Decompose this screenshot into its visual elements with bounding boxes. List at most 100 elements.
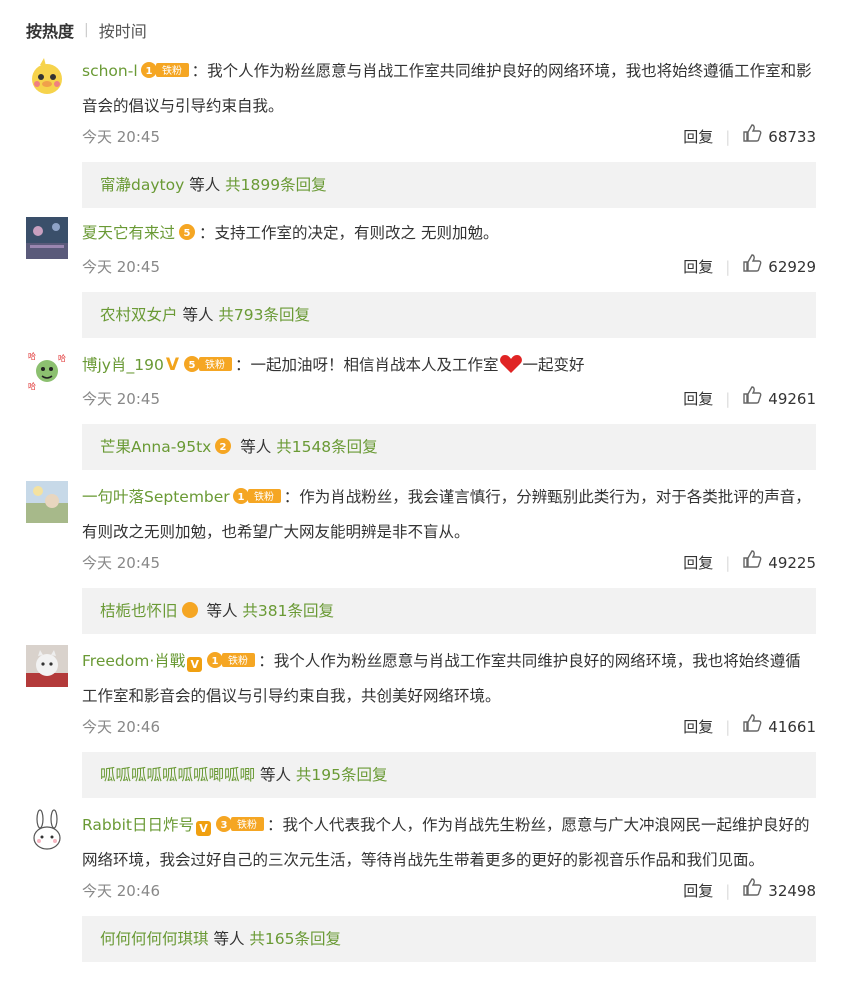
avatar[interactable] <box>26 809 68 851</box>
like-count: 49261 <box>768 390 816 408</box>
like-count: 62929 <box>768 258 816 276</box>
thumbs-up-icon <box>742 548 762 578</box>
fan-level-badge-icon[interactable]: 3 铁粉 <box>215 812 265 844</box>
reply-button[interactable]: 回复 <box>683 122 713 152</box>
reply-summary[interactable]: 甯瀞daytoy 等人 共1899条回复 <box>82 162 816 208</box>
comment-meta: 今天 20:45 回复 | 49261 <box>82 384 816 414</box>
sort-by-time-tab[interactable]: 按时间 <box>99 18 147 42</box>
username-link[interactable]: 夏天它有来过 <box>82 224 175 242</box>
like-button[interactable]: 62929 <box>742 252 816 282</box>
comment-item: schon-l 1 铁粉 ：我个人作为粉丝愿意与肖战工作室共同维护良好的网络环境，我也… <box>26 55 816 208</box>
reply-summary[interactable]: 农村双女户 等人 共793条回复 <box>82 292 816 338</box>
like-button[interactable]: 49261 <box>742 384 816 414</box>
thumbs-up-icon <box>742 384 762 414</box>
comment-item: 哈 哈 哈 博jy肖_190 V 5 铁粉 ：一起加油呀！相信肖战本人及工作室 一起变好 … <box>26 349 816 470</box>
avatar[interactable]: 哈 哈 哈 <box>26 349 68 391</box>
reply-etc-text: 等人 <box>259 766 291 784</box>
reply-button[interactable]: 回复 <box>683 384 713 414</box>
svg-text:5: 5 <box>189 360 196 371</box>
verified-v-icon: V <box>187 657 203 672</box>
reply-username[interactable]: 何何何何何琪琪 <box>100 930 209 948</box>
thumbs-up-icon <box>742 712 762 742</box>
comment-meta: 今天 20:46 回复 | 32498 <box>82 876 816 906</box>
thumbs-up-icon <box>742 122 762 152</box>
comment-item: Rabbit日日炸号 V 3 铁粉 ：我个人代表我个人，作为肖战先生粉丝，愿意与广大冲浪… <box>26 809 816 962</box>
avatar[interactable] <box>26 217 68 259</box>
reply-count-link[interactable]: 共1548条回复 <box>276 438 377 456</box>
reply-username[interactable]: 呱呱呱呱呱呱呱唧呱唧 <box>100 766 255 784</box>
comment-text: 博jy肖_190 V 5 铁粉 ：一起加油呀！相信肖战本人及工作室 一起变好 <box>82 349 816 384</box>
avatar[interactable] <box>26 481 68 523</box>
sort-by-hot-tab[interactable]: 按热度 <box>26 18 74 42</box>
sort-divider: | <box>84 22 89 38</box>
timestamp: 今天 20:45 <box>82 128 160 146</box>
svg-text:铁粉: 铁粉 <box>205 358 225 371</box>
svg-text:铁粉: 铁粉 <box>228 654 248 667</box>
avatar[interactable] <box>26 55 68 97</box>
comment-text: Rabbit日日炸号 V 3 铁粉 ：我个人代表我个人，作为肖战先生粉丝，愿意与广大冲浪… <box>82 809 816 876</box>
svg-text:铁粉: 铁粉 <box>237 818 257 831</box>
reply-button[interactable]: 回复 <box>683 712 713 742</box>
like-count: 32498 <box>768 882 816 900</box>
reply-count-link[interactable]: 共381条回复 <box>242 602 334 620</box>
reply-summary[interactable]: 芒果Anna-95tx 2 等人 共1548条回复 <box>82 424 816 470</box>
fan-level-badge-icon[interactable]: 5 <box>177 220 197 252</box>
action-divider: | <box>725 718 731 736</box>
reply-username[interactable]: 农村双女户 <box>100 306 178 324</box>
reply-summary[interactable]: 呱呱呱呱呱呱呱唧呱唧 等人 共195条回复 <box>82 752 816 798</box>
reply-etc-text: 等人 <box>240 438 272 456</box>
fan-level-badge-icon[interactable]: 1 铁粉 <box>206 648 256 680</box>
reply-count-link[interactable]: 共165条回复 <box>249 930 341 948</box>
username-link[interactable]: Freedom·肖戰 <box>82 652 185 670</box>
reply-username[interactable]: 芒果Anna-95tx <box>100 438 211 456</box>
comment-meta: 今天 20:45 回复 | 49225 <box>82 548 816 578</box>
reply-summary[interactable]: 何何何何何琪琪 等人 共165条回复 <box>82 916 816 962</box>
reply-summary[interactable]: 桔栀也怀旧 等人 共381条回复 <box>82 588 816 634</box>
svg-text:1: 1 <box>212 656 219 667</box>
comment-meta: 今天 20:45 回复 | 68733 <box>82 122 816 152</box>
sort-bar: 按热度 | 按时间 <box>26 18 147 42</box>
timestamp: 今天 20:46 <box>82 718 160 736</box>
reply-count-link[interactable]: 共1899条回复 <box>225 176 326 194</box>
reply-button[interactable]: 回复 <box>683 548 713 578</box>
reply-username[interactable]: 桔栀也怀旧 <box>100 602 178 620</box>
reply-etc-text: 等人 <box>182 306 214 324</box>
timestamp: 今天 20:46 <box>82 882 160 900</box>
thumbs-up-icon <box>742 876 762 906</box>
action-divider: | <box>725 554 731 572</box>
svg-text:1: 1 <box>237 492 244 503</box>
reply-count-link[interactable]: 共195条回复 <box>296 766 388 784</box>
red-heart-icon <box>499 355 523 374</box>
username-link[interactable]: 博jy肖_190 <box>82 356 164 374</box>
avatar[interactable] <box>26 645 68 687</box>
svg-text:哈: 哈 <box>28 381 36 391</box>
reply-etc-text: 等人 <box>206 602 238 620</box>
action-divider: | <box>725 258 731 276</box>
username-link[interactable]: schon-l <box>82 62 138 80</box>
like-count: 68733 <box>768 128 816 146</box>
svg-text:5: 5 <box>184 228 191 239</box>
like-button[interactable]: 68733 <box>742 122 816 152</box>
fan-level-badge-icon[interactable]: 1 铁粉 <box>232 484 282 516</box>
timestamp: 今天 20:45 <box>82 390 160 408</box>
like-count: 49225 <box>768 554 816 572</box>
comment-text: schon-l 1 铁粉 ：我个人作为粉丝愿意与肖战工作室共同维护良好的网络环境，我也… <box>82 55 816 122</box>
reply-count-link[interactable]: 共793条回复 <box>218 306 310 324</box>
fan-level-badge-icon[interactable]: 5 铁粉 <box>183 352 233 384</box>
like-button[interactable]: 41661 <box>742 712 816 742</box>
reply-username[interactable]: 甯瀞daytoy <box>100 176 184 194</box>
like-button[interactable]: 32498 <box>742 876 816 906</box>
username-link[interactable]: Rabbit日日炸号 <box>82 816 194 834</box>
comment-meta: 今天 20:46 回复 | 41661 <box>82 712 816 742</box>
comment-text: Freedom·肖戰 V 1 铁粉 ：我个人作为粉丝愿意与肖战工作室共同维护良好的网络环… <box>82 645 816 712</box>
reply-button[interactable]: 回复 <box>683 252 713 282</box>
timestamp: 今天 20:45 <box>82 554 160 572</box>
fan-level-badge-icon[interactable]: 1 铁粉 <box>140 58 190 90</box>
reply-button[interactable]: 回复 <box>683 876 713 906</box>
verified-v-icon: V <box>196 821 211 836</box>
like-button[interactable]: 49225 <box>742 548 816 578</box>
action-divider: | <box>725 882 731 900</box>
username-link[interactable]: 一句叶落September <box>82 488 230 506</box>
comment-item: 夏天它有来过 5 ：支持工作室的决定，有则改之 无则加勉。 今天 20:45 回复 … <box>26 217 816 338</box>
action-divider: | <box>725 128 731 146</box>
